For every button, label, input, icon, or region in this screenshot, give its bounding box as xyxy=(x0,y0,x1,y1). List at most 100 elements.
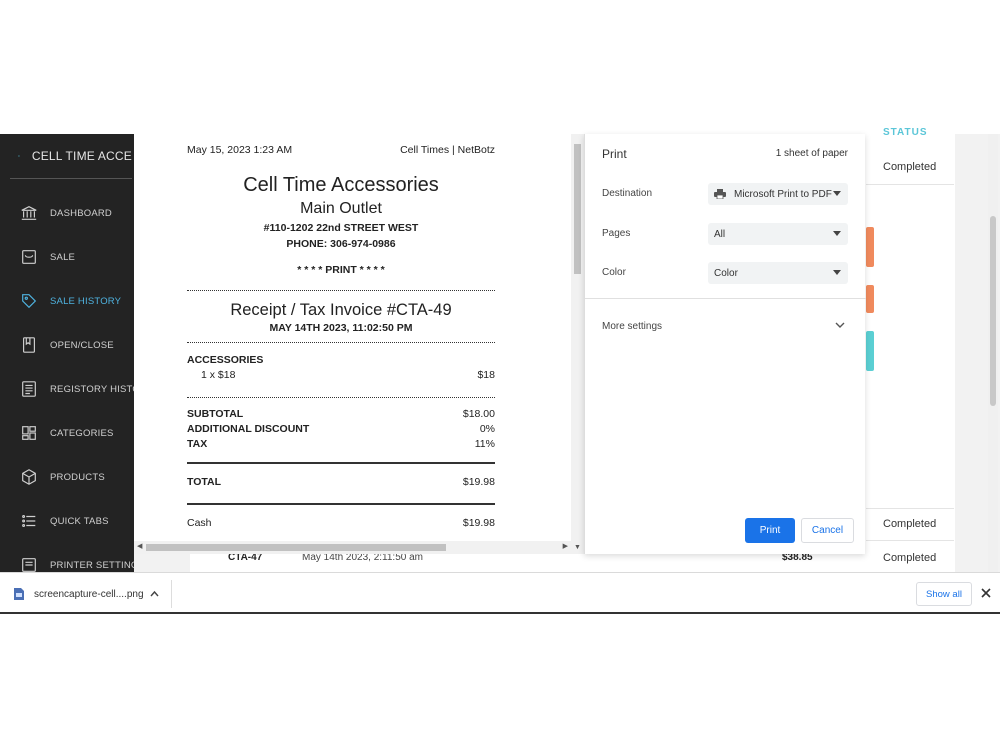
nav-item-label: QUICK TABS xyxy=(50,515,109,527)
bank-icon xyxy=(21,206,37,220)
nav-item-categories[interactable]: CATEGORIES xyxy=(0,411,134,455)
solid-divider xyxy=(187,462,495,464)
total-value: $19.98 xyxy=(462,476,495,488)
preview-vertical-scrollbar[interactable]: ▼ xyxy=(571,134,584,554)
row-divider xyxy=(866,540,954,541)
nav-item-label: REGISTORY HISTORY xyxy=(50,383,134,395)
nav-item-label: OPEN/CLOSE xyxy=(50,339,114,351)
chevron-down-icon[interactable] xyxy=(835,320,845,330)
nav-item-label: DASHBOARD xyxy=(50,207,112,219)
close-icon[interactable] xyxy=(980,587,992,599)
total-row: TOTAL $19.98 xyxy=(187,476,495,488)
nav-item-label: SALE xyxy=(50,251,76,263)
register-icon xyxy=(22,381,36,397)
line-item: 1 x $18 $18 xyxy=(187,369,495,381)
tax-row: TAX 11% xyxy=(187,438,495,450)
scroll-left-arrow-icon[interactable]: ◀ xyxy=(137,542,142,550)
list-icon xyxy=(22,515,36,527)
discount-value: 0% xyxy=(479,423,495,435)
nav-item-sale-history[interactable]: SALE HISTORY xyxy=(0,279,134,323)
print-preview[interactable]: May 15, 2023 1:23 AM Cell Times | NetBot… xyxy=(134,134,584,554)
download-filename: screencapture-cell....png xyxy=(34,588,144,600)
destination-select[interactable]: Microsoft Print to PDF xyxy=(708,183,848,205)
nav-item-dashboard[interactable]: DASHBOARD xyxy=(0,191,134,235)
discount-row: ADDITIONAL DISCOUNT 0% xyxy=(187,423,495,435)
status-cell: Completed xyxy=(883,161,937,173)
layout-icon xyxy=(22,426,36,440)
payment-value: $19.98 xyxy=(462,517,495,529)
total-label: TOTAL xyxy=(187,476,222,488)
nav-item-label: SALE HISTORY xyxy=(50,295,122,307)
printer-icon xyxy=(22,558,36,572)
status-cell: Completed xyxy=(883,552,937,564)
item-price: $18 xyxy=(477,369,495,381)
color-label: Color xyxy=(602,267,626,278)
nav-item-sale[interactable]: SALE xyxy=(0,235,134,279)
payment-row: Cash $19.98 xyxy=(187,517,495,529)
nav-item-open-close[interactable]: OPEN/CLOSE xyxy=(0,323,134,367)
dotted-divider xyxy=(187,397,495,398)
box-icon xyxy=(22,469,36,485)
preview-hscrollbar-thumb[interactable] xyxy=(146,544,446,551)
color-select[interactable]: Color xyxy=(708,262,848,284)
download-bar: screencapture-cell....png Show all xyxy=(0,572,1000,614)
scroll-right-arrow-icon[interactable]: ▶ xyxy=(563,542,568,550)
subtotal-row: SUBTOTAL $18.00 xyxy=(187,408,495,420)
invoice-title: Receipt / Tax Invoice #CTA-49 xyxy=(230,301,452,319)
page-scrollbar[interactable] xyxy=(988,134,998,572)
pages-select[interactable]: All xyxy=(708,223,848,245)
destination-value: Microsoft Print to PDF xyxy=(734,188,832,200)
brand-name: CELL TIME ACCE xyxy=(31,149,132,163)
invoice-date: MAY 14TH 2023, 11:02:50 PM xyxy=(269,322,413,334)
status-cell: Completed xyxy=(883,518,937,530)
action-button-chip[interactable] xyxy=(866,227,874,267)
item-category: ACCESSORIES xyxy=(187,354,264,366)
discount-label: ADDITIONAL DISCOUNT xyxy=(187,423,310,435)
destination-label: Destination xyxy=(602,188,653,199)
sheet-count: 1 sheet of paper xyxy=(775,148,848,159)
payment-label: Cash xyxy=(187,517,212,529)
tag-icon xyxy=(22,294,37,309)
action-button-chip[interactable] xyxy=(866,285,874,313)
nav-item-label: PRINTER SETTINGS xyxy=(50,559,134,571)
nav-item-printer-settings[interactable]: PRINTER SETTINGS xyxy=(0,543,134,572)
dotted-divider xyxy=(187,342,495,343)
sidebar: CELL TIME ACCE DASHBOARD SALE SALE HISTO… xyxy=(0,134,134,572)
color-value: Color xyxy=(714,267,738,279)
page-scrollbar-thumb[interactable] xyxy=(990,216,996,406)
react-logo-icon xyxy=(18,155,20,157)
download-item[interactable]: screencapture-cell....png xyxy=(6,580,172,608)
preview-horizontal-scrollbar[interactable]: ◀ ▶ xyxy=(134,541,571,554)
outlet-name: Main Outlet xyxy=(300,200,382,217)
printer-icon xyxy=(714,189,726,199)
print-dialog: Print 1 sheet of paper Destination Micro… xyxy=(584,134,866,554)
pages-label: Pages xyxy=(602,228,631,239)
subtotal-label: SUBTOTAL xyxy=(187,408,244,420)
print-button[interactable]: Print xyxy=(745,518,795,543)
screen: STATUS Completed Completed Completed CTA… xyxy=(0,0,1000,750)
cancel-button[interactable]: Cancel xyxy=(801,518,854,543)
print-source: Cell Times | NetBotz xyxy=(400,144,495,156)
scroll-down-arrow-icon[interactable]: ▼ xyxy=(574,544,581,551)
row-divider xyxy=(866,184,954,185)
print-mark: * * * * PRINT * * * * xyxy=(297,264,385,276)
show-all-button[interactable]: Show all xyxy=(916,582,972,606)
item-quantity: 1 x $18 xyxy=(201,369,236,381)
action-button-chip[interactable] xyxy=(866,331,874,371)
subtotal-value: $18.00 xyxy=(462,408,495,420)
more-settings-toggle[interactable]: More settings xyxy=(602,321,662,332)
shop-address: #110-1202 22nd STREET WEST xyxy=(263,222,419,234)
chevron-up-icon[interactable] xyxy=(150,590,159,597)
status-column-header: STATUS xyxy=(883,127,928,138)
caret-down-icon xyxy=(833,231,841,236)
tax-label: TAX xyxy=(187,438,208,450)
preview-scrollbar-thumb[interactable] xyxy=(574,144,581,274)
book-icon xyxy=(23,337,35,353)
pages-value: All xyxy=(714,228,726,240)
receipt: May 15, 2023 1:23 AM Cell Times | NetBot… xyxy=(187,134,495,529)
nav-item-quick-tabs[interactable]: QUICK TABS xyxy=(0,499,134,543)
nav-item-products[interactable]: PRODUCTS xyxy=(0,455,134,499)
nav-item-registory-history[interactable]: REGISTORY HISTORY xyxy=(0,367,134,411)
nav-item-label: CATEGORIES xyxy=(50,427,114,439)
brand[interactable]: CELL TIME ACCE xyxy=(10,134,132,179)
